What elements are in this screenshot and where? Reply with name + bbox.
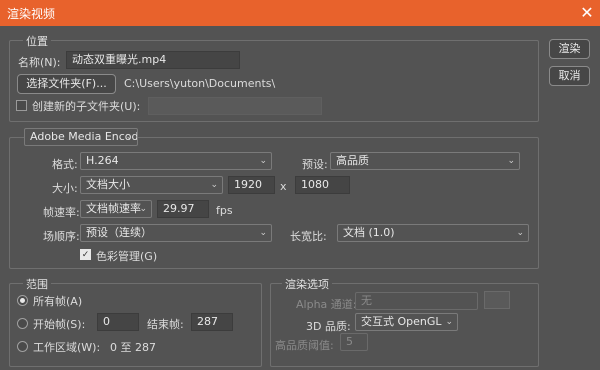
create-subfolder-checkbox[interactable]	[16, 100, 27, 111]
chevron-down-icon: ⌄	[445, 317, 453, 327]
work-area-label: 工作区域(W):	[33, 341, 101, 354]
start-frame-radio[interactable]	[17, 318, 28, 329]
quality-threshold-label: 高品质阈值:	[275, 339, 334, 352]
select-folder-button[interactable]: 选择文件夹(F)...	[17, 74, 116, 94]
render-button[interactable]: 渲染	[549, 39, 590, 59]
format-select[interactable]: H.264 ⌄	[80, 152, 272, 170]
size-separator: x	[280, 180, 287, 193]
all-frames-radio[interactable]	[17, 295, 28, 306]
file-name-input[interactable]: 动态双重曝光.mp4	[66, 51, 240, 69]
name-label: 名称(N):	[18, 56, 61, 69]
color-management-label: 色彩管理(G)	[96, 250, 158, 263]
field-order-select-value: 预设（连续）	[86, 226, 152, 239]
preset-select-value: 高品质	[336, 154, 369, 167]
chevron-down-icon: ⌄	[259, 156, 267, 166]
quality-3d-value: 交互式 OpenGL	[361, 315, 442, 328]
title-bar: 渲染视频 ✕	[0, 0, 600, 26]
dialog-title: 渲染视频	[7, 7, 56, 21]
location-legend: 位置	[23, 33, 51, 49]
alpha-channel-select[interactable]: 无	[355, 292, 478, 310]
format-select-value: H.264	[86, 154, 119, 167]
end-frame-label: 结束帧:	[147, 318, 184, 331]
chevron-down-icon: ⌄	[139, 204, 147, 214]
render-video-dialog: 渲染视频 ✕ 渲染 取消 位置 名称(N): 动态双重曝光.mp4 选择文件夹(…	[0, 0, 600, 370]
field-order-label: 场顺序:	[43, 230, 80, 243]
end-frame-input[interactable]: 287	[191, 313, 233, 331]
matte-color-swatch[interactable]	[484, 291, 510, 309]
encoder-select-value: Adobe Media Encoder	[30, 130, 138, 143]
chevron-down-icon: ⌄	[516, 228, 524, 238]
work-area-radio[interactable]	[17, 341, 28, 352]
all-frames-label: 所有帧(A)	[33, 295, 83, 308]
preset-select[interactable]: 高品质 ⌄	[330, 152, 520, 170]
quality-threshold-select[interactable]: 5	[340, 333, 368, 351]
aspect-label: 长宽比:	[290, 230, 327, 243]
chevron-down-icon: ⌄	[125, 132, 133, 142]
folder-path: C:\Users\yuton\Documents\	[124, 77, 276, 90]
quality-threshold-value: 5	[346, 335, 353, 348]
close-icon[interactable]: ✕	[574, 0, 600, 26]
preset-label: 预设:	[302, 158, 328, 171]
range-legend: 范围	[23, 276, 51, 292]
width-input[interactable]: 1920	[228, 176, 275, 194]
quality-3d-select[interactable]: 交互式 OpenGL ⌄	[355, 313, 458, 331]
subfolder-name-input[interactable]	[148, 97, 322, 115]
encoder-select[interactable]: Adobe Media Encoder ⌄	[24, 128, 138, 146]
size-label: 大小:	[52, 182, 78, 195]
quality-3d-label: 3D 品质:	[306, 320, 351, 333]
fps-unit: fps	[216, 204, 233, 217]
chevron-down-icon: ⌄	[210, 180, 218, 190]
aspect-select-value: 文档 (1.0)	[343, 226, 395, 239]
alpha-channel-label: Alpha 通道:	[296, 298, 357, 311]
render-options-legend: 渲染选项	[282, 276, 332, 292]
height-input[interactable]: 1080	[295, 176, 350, 194]
color-management-checkbox[interactable]: ✓	[80, 249, 91, 260]
start-frame-label: 开始帧(S):	[33, 318, 86, 331]
size-select[interactable]: 文档大小 ⌄	[80, 176, 223, 194]
field-order-select[interactable]: 预设（连续） ⌄	[80, 224, 272, 242]
alpha-channel-value: 无	[361, 294, 372, 307]
size-select-value: 文档大小	[86, 178, 130, 191]
format-label: 格式:	[52, 158, 78, 171]
framerate-select[interactable]: 文档帧速率 ⌄	[80, 200, 152, 218]
start-frame-input[interactable]: 0	[97, 313, 139, 331]
fps-input[interactable]: 29.97	[157, 200, 209, 218]
cancel-button[interactable]: 取消	[549, 66, 590, 86]
framerate-select-value: 文档帧速率	[86, 202, 141, 215]
chevron-down-icon: ⌄	[259, 228, 267, 238]
framerate-label: 帧速率:	[43, 206, 80, 219]
work-area-value: 0 至 287	[110, 341, 156, 354]
chevron-down-icon: ⌄	[507, 156, 515, 166]
create-subfolder-label: 创建新的子文件夹(U):	[32, 100, 141, 113]
aspect-select[interactable]: 文档 (1.0) ⌄	[337, 224, 529, 242]
